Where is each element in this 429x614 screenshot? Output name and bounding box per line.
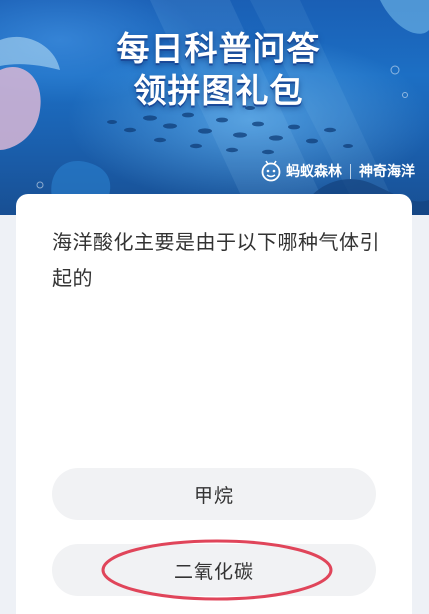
header-banner: 每日科普问答 领拼图礼包 蚂蚁森林 神奇海洋 — [0, 0, 429, 215]
question-card: 海洋酸化主要是由于以下哪种气体引起的 甲烷 二氧化碳 — [16, 194, 412, 614]
brand-divider — [350, 163, 351, 179]
brand-sub-name: 神奇海洋 — [359, 164, 415, 180]
ant-forest-logo-icon — [261, 160, 281, 182]
answer-option-methane[interactable]: 甲烷 — [52, 468, 376, 520]
question-text: 海洋酸化主要是由于以下哪种气体引起的 — [52, 230, 380, 290]
brand-row: 蚂蚁森林 神奇海洋 — [260, 160, 415, 182]
banner-title-line2: 领拼图礼包 — [133, 71, 304, 110]
answer-option-carbon-dioxide[interactable]: 二氧化碳 — [52, 544, 376, 596]
brand-name: 蚂蚁森林 — [286, 164, 342, 180]
answer-option-label: 二氧化碳 — [173, 560, 254, 583]
banner-title-line1: 每日科普问答 — [116, 29, 321, 68]
answer-option-label: 甲烷 — [193, 484, 234, 507]
